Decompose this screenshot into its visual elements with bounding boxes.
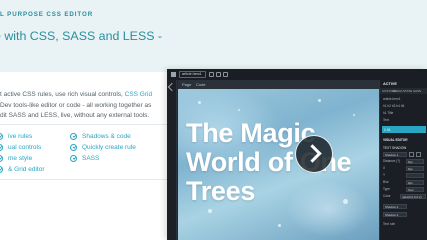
- distance-label: Distance (?): [383, 159, 401, 163]
- feature-item[interactable]: & Grid editor: [0, 166, 45, 173]
- x-input[interactable]: 6px: [406, 166, 424, 171]
- shadow-3-toggle[interactable]: Shadow 3: [383, 212, 407, 217]
- feature-item[interactable]: ual controls: [0, 144, 41, 151]
- feature-label: Shadows & code: [82, 133, 131, 140]
- description-text: t active CSS rules, use rich visual cont…: [0, 91, 125, 98]
- distance-input[interactable]: 6px: [406, 159, 424, 164]
- feature-label: ive rules: [8, 133, 33, 140]
- rule-item[interactable]: h1 h2 h3 h4 h5: [383, 104, 404, 108]
- shadow-3-label: Shadow 3: [385, 213, 399, 217]
- check-circle-icon: [0, 166, 3, 173]
- close-icon[interactable]: [223, 72, 228, 77]
- tab-media[interactable]: MEDIA: [393, 89, 403, 93]
- check-circle-icon: [0, 144, 3, 151]
- panel-title: ACTIVE: [383, 82, 397, 86]
- shadow-1-toggle[interactable]: Shadow 1: [383, 152, 407, 157]
- hero-description: t active CSS rules, use rich visual cont…: [0, 90, 170, 122]
- description-text: dit SASS and LESS, live, without any ext…: [0, 112, 150, 119]
- title-line: Trees: [186, 176, 256, 206]
- color-value: rgba(0,0,0,0.2): [402, 195, 422, 199]
- type-label: Type: [383, 187, 390, 191]
- play-video-button[interactable]: [295, 135, 333, 173]
- check-circle-icon: [70, 155, 77, 162]
- editor-screenshot: article.hero1 Page Code The Magic World …: [167, 69, 427, 240]
- layout-icon[interactable]: [216, 72, 221, 77]
- selected-rule[interactable]: 1 h1: [382, 126, 426, 133]
- feature-item[interactable]: ive rules: [0, 133, 32, 140]
- title-line: The Magic: [186, 118, 316, 148]
- feature-list: ive rules Shadows & code ual controls Qu…: [0, 124, 170, 180]
- y-input[interactable]: [406, 173, 424, 178]
- check-circle-icon: [0, 133, 3, 140]
- snow-dot: [198, 101, 201, 104]
- blur-input[interactable]: 0px: [406, 180, 424, 185]
- panel-tabs: CUSTOM MEDIA STATE SASS: [380, 88, 427, 94]
- x-value: 6px: [408, 167, 413, 171]
- tab-state[interactable]: STATE: [403, 89, 412, 93]
- selected-rule-label: 1 h1: [384, 127, 391, 132]
- check-circle-icon: [0, 155, 3, 162]
- check-circle-icon: [70, 133, 77, 140]
- css-grid-link[interactable]: CSS Grid: [125, 91, 152, 98]
- rule-item[interactable]: article.hero1: [383, 97, 401, 101]
- check-circle-icon: [70, 144, 77, 151]
- snow-dot: [278, 224, 281, 227]
- rule-item[interactable]: Text: [383, 118, 389, 122]
- breadcrumb-item[interactable]: Code: [196, 82, 206, 87]
- color-label: Color: [383, 194, 391, 198]
- feature-label: me style: [8, 155, 33, 162]
- text-shadow-heading: TEXT SHADOW: [383, 146, 407, 150]
- description-text: Dev tools-like editor or code - all work…: [0, 101, 152, 109]
- preview-canvas: The Magic World of One Trees: [178, 89, 379, 240]
- feature-label: Quickly create rule: [82, 144, 136, 151]
- app-logo-icon: [171, 72, 176, 77]
- inspect-icon[interactable]: [209, 72, 214, 77]
- eye-icon[interactable]: [409, 152, 414, 157]
- hero-section: L PURPOSE CSS EDITOR e with CSS, SASS an…: [0, 0, 427, 72]
- panel-footer: Text rule: [383, 222, 396, 226]
- back-arrow-icon[interactable]: [167, 82, 177, 92]
- shadow-2-toggle[interactable]: Shadow 2: [383, 204, 407, 209]
- breadcrumb: Page Code: [178, 80, 379, 89]
- rule-item[interactable]: h1 Title: [383, 111, 393, 115]
- trash-icon[interactable]: [416, 152, 421, 157]
- snow-dot: [353, 114, 355, 116]
- snow-dot: [208, 209, 212, 213]
- editor-toolbar: article.hero1: [167, 69, 427, 80]
- hero-headline: e with CSS, SASS and LESS -: [0, 29, 163, 43]
- snow-dot: [318, 99, 321, 102]
- feature-label: SASS: [82, 155, 100, 162]
- blur-value: 0px: [408, 181, 413, 185]
- chevron-right-icon: [303, 144, 322, 163]
- blur-label: Blur: [383, 180, 389, 184]
- editor-left-rail: [167, 80, 177, 240]
- feature-item[interactable]: Quickly create rule: [70, 144, 136, 151]
- shadow-2-label: Shadow 2: [385, 205, 399, 209]
- feature-item[interactable]: SASS: [70, 155, 99, 162]
- feature-label: ual controls: [8, 144, 42, 151]
- snow-dot: [238, 109, 240, 111]
- type-value: Text: [408, 188, 414, 192]
- breadcrumb-item[interactable]: Page: [182, 82, 191, 87]
- visual-editor-heading: VISUAL EDITOR: [383, 138, 408, 142]
- shadow-1-label: Shadow 1: [385, 153, 399, 157]
- feature-item[interactable]: Shadows & code: [70, 133, 131, 140]
- distance-value: 6px: [408, 160, 413, 164]
- x-label: X: [383, 166, 386, 170]
- type-select[interactable]: Text: [406, 187, 424, 192]
- feature-item[interactable]: me style: [0, 155, 32, 162]
- y-label: Y: [383, 173, 386, 177]
- feature-label: & Grid editor: [8, 166, 45, 173]
- tab-sass[interactable]: SASS: [413, 89, 421, 93]
- color-input[interactable]: rgba(0,0,0,0.2): [400, 194, 426, 199]
- css-editor-panel: ACTIVE CUSTOM MEDIA STATE SASS article.h…: [379, 80, 427, 240]
- hero-eyebrow: L PURPOSE CSS EDITOR: [0, 11, 94, 18]
- selector-dropdown[interactable]: article.hero1: [179, 71, 206, 78]
